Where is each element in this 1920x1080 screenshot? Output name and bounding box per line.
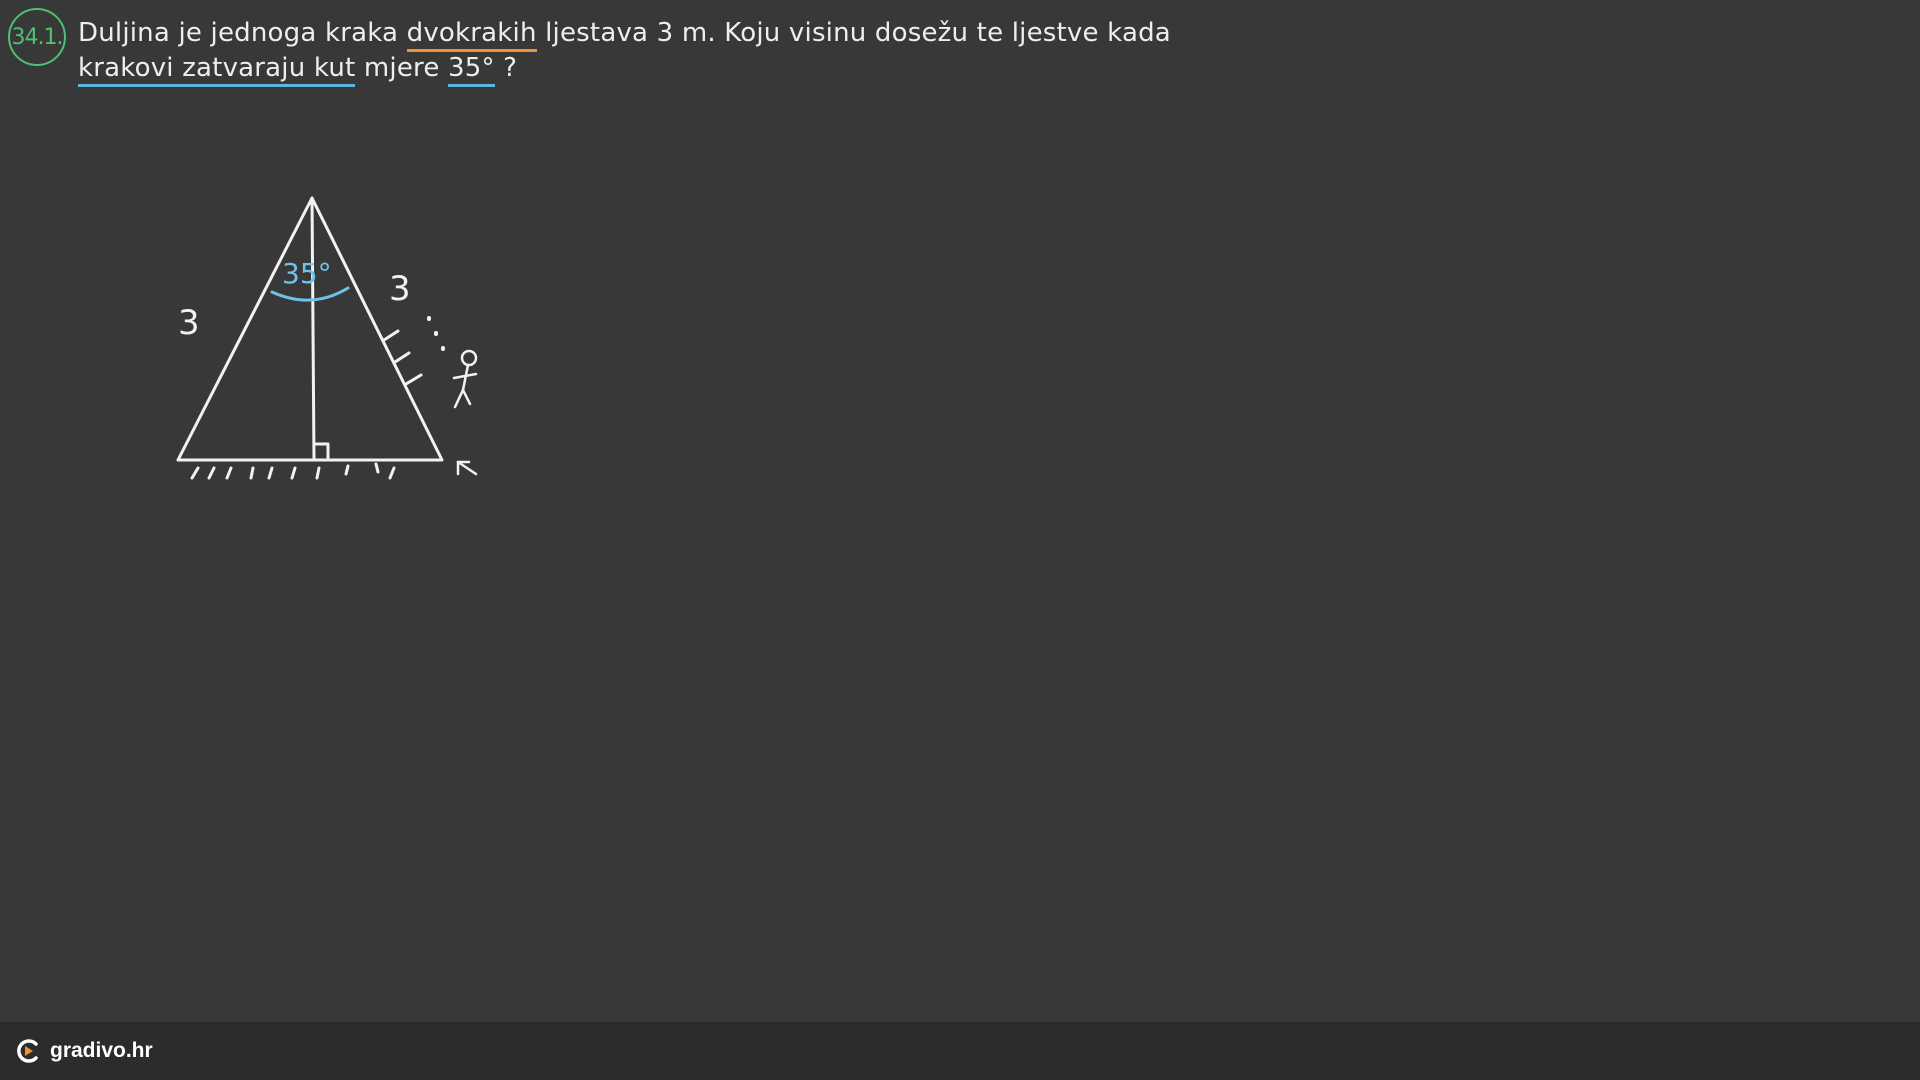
ladder-sketch: 3 3 35° (176, 196, 478, 480)
apex-angle-label: 35° (282, 257, 332, 290)
right-angle-mark (312, 442, 330, 462)
ladder-triangle (176, 196, 444, 462)
arrow-icon (456, 460, 478, 476)
right-side-label: 3 (389, 269, 411, 309)
height-line (310, 196, 316, 462)
dotted-path (427, 316, 445, 351)
footer-bar: gradivo.hr (0, 1022, 1920, 1080)
stick-figure (452, 349, 478, 409)
ground-hatching (190, 462, 396, 480)
whiteboard-canvas: 34.1. Duljina je jednoga kraka dvokrakih… (0, 0, 1920, 1022)
left-side-label: 3 (178, 303, 200, 343)
brand-name[interactable]: gradivo.hr (50, 1039, 153, 1063)
gradivo-logo-icon (17, 1039, 38, 1063)
